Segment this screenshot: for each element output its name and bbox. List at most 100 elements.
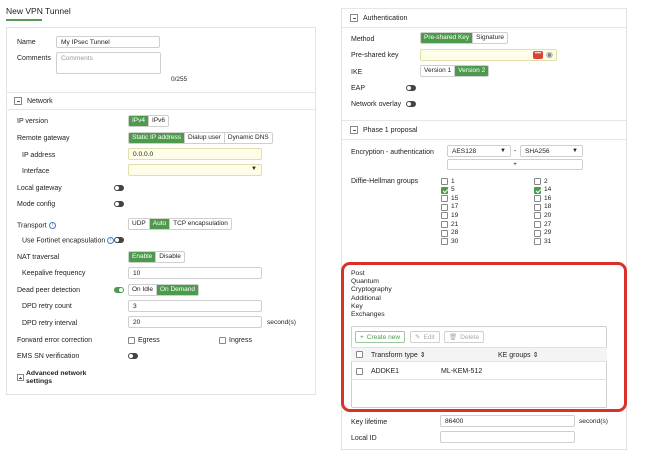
info-icon[interactable]: i <box>48 222 56 229</box>
dh-group-checkbox[interactable] <box>534 203 541 211</box>
dh-group-checkbox[interactable] <box>534 178 541 185</box>
auth-section-header[interactable]: Authentication <box>350 14 407 22</box>
dh-group-label: 21 <box>451 220 459 228</box>
dh-group-label: 31 <box>544 237 552 245</box>
eye-icon[interactable]: ◉ <box>546 50 553 59</box>
dh-group-checkbox[interactable] <box>441 229 448 237</box>
dpd-retry-interval-label: DPD retry interval <box>22 320 78 327</box>
dh-group-checkbox[interactable] <box>441 195 448 203</box>
ems-toggle[interactable] <box>128 353 138 359</box>
remote-gateway-toggle: Static IP address Dialup user Dynamic DN… <box>128 132 273 144</box>
comments-textarea[interactable]: Comments <box>56 52 161 74</box>
fortinet-encap-label-text: Use Fortinet encapsulation <box>22 237 106 245</box>
expand-icon[interactable] <box>17 374 24 381</box>
dh-group-label: 19 <box>451 211 459 219</box>
egress-label: Egress <box>138 337 160 344</box>
dh-group-label: 18 <box>544 203 552 211</box>
local-gateway-toggle[interactable] <box>114 185 124 191</box>
dh-group-label: 28 <box>451 229 459 237</box>
name-input[interactable]: My IPsec Tunnel <box>56 36 160 48</box>
eap-toggle[interactable] <box>406 85 416 91</box>
password-manager-icon[interactable]: ••• <box>533 51 543 59</box>
mode-config-toggle[interactable] <box>114 201 124 207</box>
dpd-mode-toggle: On Idle On Demand <box>128 284 200 296</box>
local-id-input[interactable] <box>440 431 575 443</box>
dialup-user-option[interactable]: Dialup user <box>184 133 224 143</box>
dh-group-checkbox[interactable] <box>441 186 448 194</box>
encryption-select[interactable]: AES128 ▼ <box>447 145 511 157</box>
keepalive-label: Keepalive frequency <box>22 270 86 277</box>
collapse-icon[interactable] <box>350 126 358 134</box>
chevron-down-icon: ▼ <box>572 148 578 154</box>
transport-label-text: Transport <box>17 222 47 230</box>
on-demand-option[interactable]: On Demand <box>155 285 199 295</box>
transport-toggle: UDP Auto TCP encapsulation <box>128 218 232 230</box>
divider <box>341 8 627 9</box>
dh-group-checkbox[interactable] <box>534 212 541 220</box>
static-ip-option[interactable]: Static IP address <box>129 133 185 143</box>
phase1-section-header[interactable]: Phase 1 proposal <box>350 126 417 134</box>
authentication-select[interactable]: SHA256 ▼ <box>520 145 583 157</box>
title-underline <box>6 19 42 21</box>
ip-version-toggle: IPv4 IPv6 <box>128 115 170 127</box>
dh-group-checkbox[interactable] <box>441 212 448 220</box>
add-proposal-button[interactable]: + <box>447 159 583 170</box>
dh-group-label: 27 <box>544 220 552 228</box>
on-idle-option[interactable]: On Idle <box>129 285 156 295</box>
transport-label: Transport i <box>17 222 56 229</box>
dh-group-label: 29 <box>544 229 552 237</box>
fortinet-encap-label: Use Fortinet encapsulation i <box>22 237 115 245</box>
interface-select[interactable]: ▼ <box>128 164 262 176</box>
ike-v2-option[interactable]: Version 2 <box>454 66 489 76</box>
nat-enable-option[interactable]: Enable <box>129 252 156 262</box>
dpd-toggle[interactable] <box>114 287 124 293</box>
dh-group-checkbox[interactable] <box>534 238 541 246</box>
dpd-interval-unit: second(s) <box>267 319 296 326</box>
dh-groups-label: Diffie-Hellman groups <box>351 178 419 185</box>
nat-traversal-toggle: Enable Disable <box>128 251 185 263</box>
ip-address-label: IP address <box>22 152 56 159</box>
collapse-icon[interactable] <box>14 97 22 105</box>
dh-group-checkbox[interactable] <box>441 238 448 246</box>
divider <box>341 27 627 28</box>
dpd-retry-interval-input[interactable]: 20 <box>128 316 262 328</box>
ike-v1-option[interactable]: Version 1 <box>421 66 454 76</box>
dh-group-checkbox[interactable] <box>534 186 541 194</box>
chevron-down-icon: ▼ <box>500 148 506 154</box>
psk-option[interactable]: Pre-shared Key <box>421 33 473 43</box>
tcp-encap-option[interactable]: TCP encapsulation <box>169 219 231 229</box>
fortinet-encap-toggle[interactable] <box>114 237 124 243</box>
dh-group-checkbox[interactable] <box>441 178 448 185</box>
ipv6-option[interactable]: IPv6 <box>148 116 168 126</box>
nat-traversal-label: NAT traversal <box>17 254 60 261</box>
chevron-down-icon: ▼ <box>251 166 257 172</box>
dh-group-checkbox[interactable] <box>534 221 541 228</box>
network-overlay-toggle[interactable] <box>406 101 416 107</box>
dh-group-checkbox[interactable] <box>534 195 541 203</box>
dh-group-label: 2 <box>544 177 548 185</box>
page-title: New VPN Tunnel <box>6 6 71 16</box>
egress-checkbox[interactable] <box>128 337 135 344</box>
dh-group-checkbox[interactable] <box>441 221 448 228</box>
signature-option[interactable]: Signature <box>472 33 507 43</box>
ingress-checkbox[interactable] <box>219 337 226 344</box>
auto-option[interactable]: Auto <box>148 219 170 229</box>
udp-option[interactable]: UDP <box>129 219 149 229</box>
dh-group-checkbox[interactable] <box>441 203 448 211</box>
divider <box>341 139 627 140</box>
comments-label: Comments <box>17 55 51 62</box>
network-section-header[interactable]: Network <box>14 97 53 105</box>
nat-disable-option[interactable]: Disable <box>155 252 184 262</box>
ip-address-input[interactable]: 0.0.0.0 <box>128 148 262 160</box>
plus-icon: + <box>513 161 517 168</box>
ipv4-option[interactable]: IPv4 <box>129 116 149 126</box>
highlight-box <box>341 262 627 412</box>
dpd-retry-count-input[interactable]: 3 <box>128 300 262 312</box>
dynamic-dns-option[interactable]: Dynamic DNS <box>223 133 272 143</box>
key-lifetime-input[interactable]: 86400 <box>440 415 575 427</box>
method-toggle: Pre-shared Key Signature <box>420 32 508 44</box>
keepalive-input[interactable]: 10 <box>128 267 262 279</box>
collapse-icon[interactable] <box>350 14 358 22</box>
mode-config-label: Mode config <box>17 201 56 208</box>
dh-group-checkbox[interactable] <box>534 229 541 237</box>
